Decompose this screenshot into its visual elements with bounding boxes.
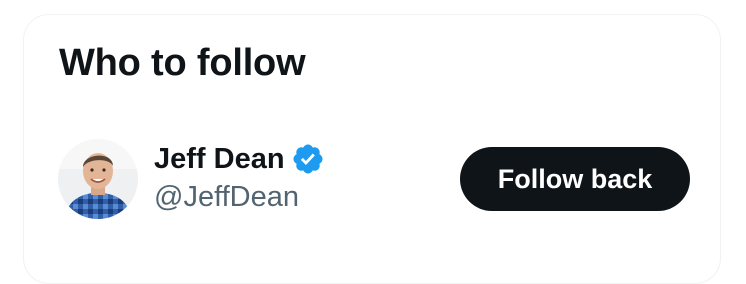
user-name[interactable]: Jeff Dean bbox=[154, 143, 285, 176]
card-title: Who to follow bbox=[59, 42, 306, 84]
user-handle[interactable]: @JeffDean bbox=[154, 181, 299, 214]
follow-back-button[interactable]: Follow back bbox=[460, 147, 690, 211]
user-name-line[interactable]: Jeff Dean bbox=[154, 139, 325, 179]
avatar[interactable] bbox=[58, 139, 138, 219]
verified-badge-icon bbox=[291, 142, 325, 176]
who-to-follow-card: Who to follow Jeff Dean @JeffDean Follow… bbox=[23, 14, 721, 284]
profile-photo-icon bbox=[58, 139, 138, 219]
suggestion-row[interactable]: Jeff Dean @JeffDean Follow back bbox=[24, 135, 722, 235]
